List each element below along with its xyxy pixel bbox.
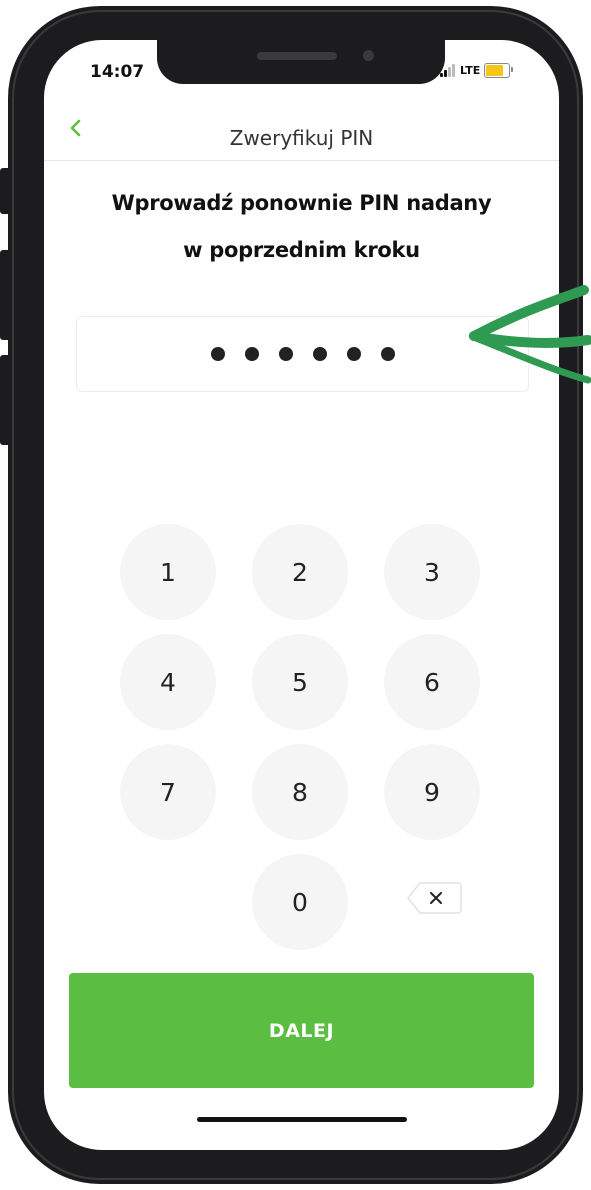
front-camera — [363, 50, 374, 61]
keypad-key-6[interactable]: 6 — [384, 634, 480, 730]
volume-up-button — [0, 250, 8, 340]
signal-icon — [440, 63, 456, 77]
instruction-heading: Wprowadź ponownie PIN nadany w poprzedni… — [44, 180, 559, 274]
status-indicators: LTE — [440, 60, 514, 80]
keypad-key-5[interactable]: 5 — [252, 634, 348, 730]
keypad-key-1[interactable]: 1 — [120, 524, 216, 620]
home-indicator — [197, 1117, 407, 1122]
battery-icon — [484, 62, 514, 78]
keypad-key-7[interactable]: 7 — [120, 744, 216, 840]
keypad-key-3[interactable]: 3 — [384, 524, 480, 620]
pin-dot — [380, 347, 395, 361]
keypad-key-2[interactable]: 2 — [252, 524, 348, 620]
network-type: LTE — [460, 63, 481, 77]
keypad-key-8[interactable]: 8 — [252, 744, 348, 840]
pin-dot — [210, 347, 225, 361]
keypad-key-9[interactable]: 9 — [384, 744, 480, 840]
pin-dot — [244, 347, 259, 361]
pin-dot — [312, 347, 327, 361]
pin-dot — [346, 347, 361, 361]
status-time: 14:07 — [90, 62, 145, 82]
instruction-line-2: w poprzednim kroku — [183, 238, 420, 262]
keypad-key-0[interactable]: 0 — [252, 854, 348, 950]
pin-dot — [278, 347, 293, 361]
arrow-annotation-icon — [469, 285, 591, 384]
page-title: Zweryfikuj PIN — [229, 126, 374, 150]
next-button[interactable]: DALEJ — [69, 973, 534, 1088]
instruction-line-1: Wprowadź ponownie PIN nadany — [111, 191, 492, 215]
phone-notch — [157, 40, 445, 84]
speaker-grille — [257, 52, 337, 60]
backspace-icon[interactable] — [406, 880, 462, 916]
navigation-bar: Zweryfikuj PIN — [44, 118, 559, 161]
keypad-key-4[interactable]: 4 — [120, 634, 216, 730]
mute-switch — [0, 168, 8, 214]
app-screen: 14:07 LTE Zweryfikuj PIN Wprowadź ponown… — [44, 40, 559, 1150]
volume-down-button — [0, 355, 8, 445]
